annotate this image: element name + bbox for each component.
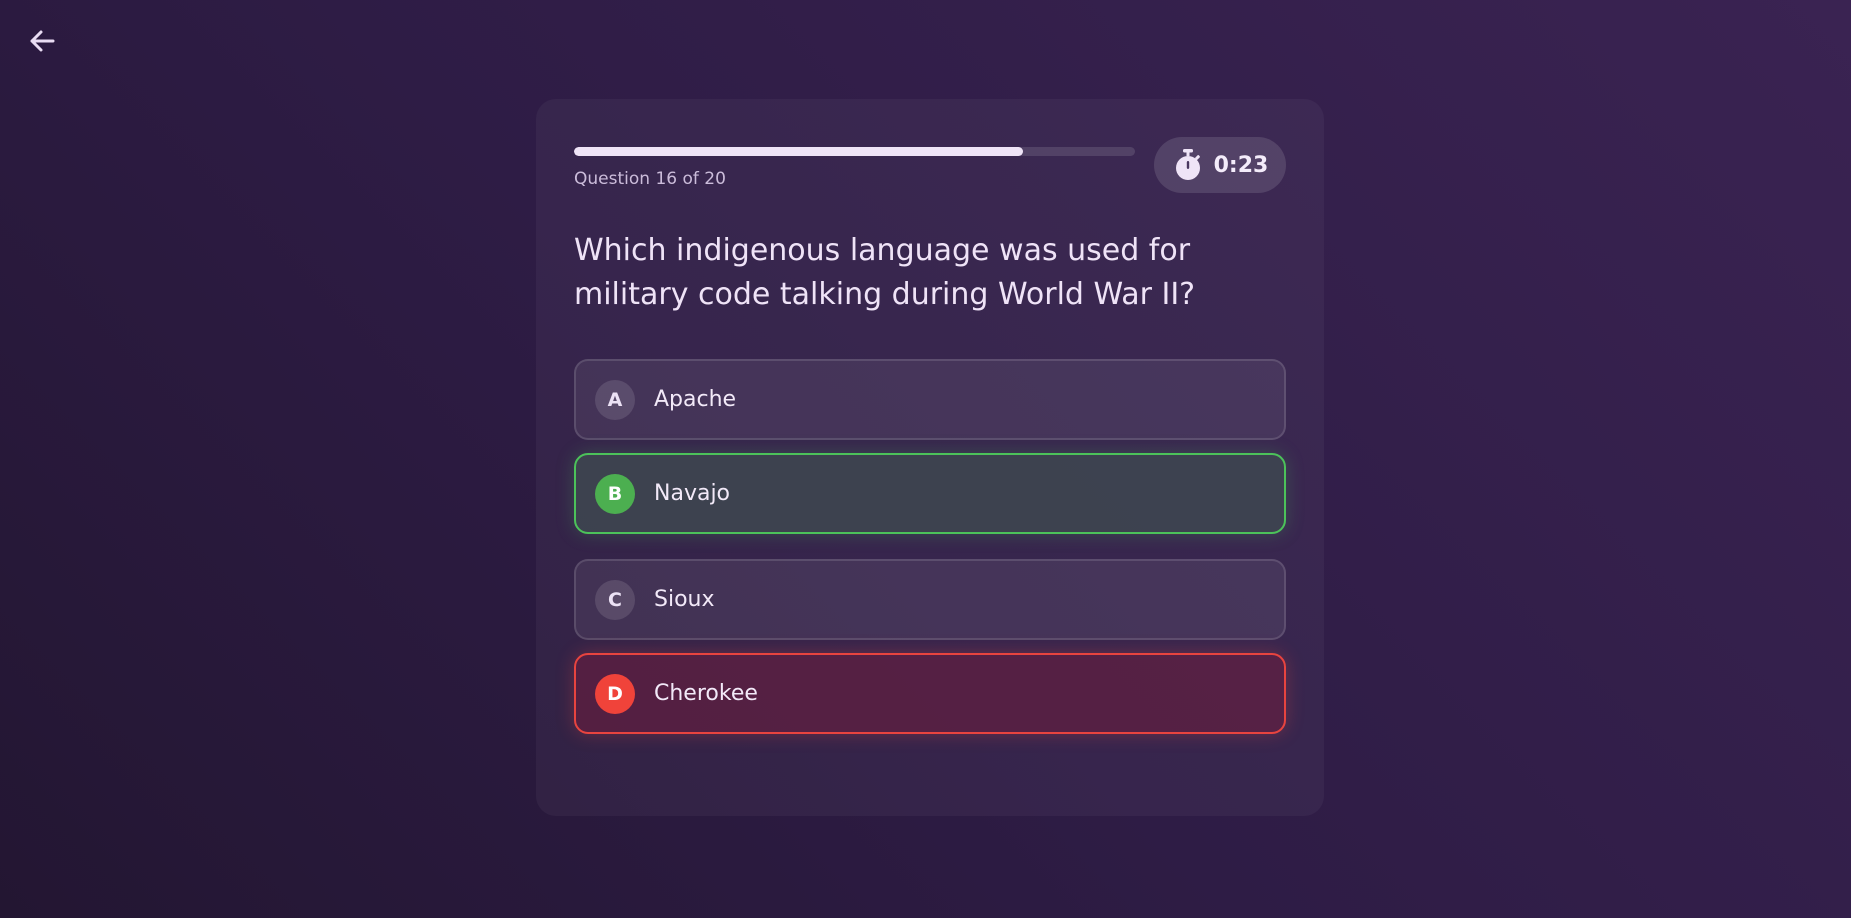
quiz-card: Question 16 of 20 0:23 Which indigenous …: [536, 99, 1324, 816]
timer-value: 0:23: [1213, 152, 1269, 178]
question-counter: Question 16 of 20: [574, 169, 726, 189]
question-text: Which indigenous language was used for m…: [574, 233, 1196, 312]
progress-section: Question 16 of 20: [574, 147, 1135, 189]
answer-label: Sioux: [654, 587, 715, 612]
back-button[interactable]: [26, 25, 58, 57]
answer-letter-badge: C: [595, 579, 635, 620]
answer-option-c[interactable]: C Sioux: [574, 559, 1286, 640]
answer-option-b[interactable]: B Navajo: [574, 453, 1286, 534]
answer-option-a[interactable]: A Apache: [574, 359, 1286, 440]
answer-label: Cherokee: [654, 681, 758, 706]
answer-option-d[interactable]: D Cherokee: [574, 653, 1286, 734]
arrow-left-icon: [30, 30, 55, 52]
answer-label: Apache: [654, 387, 737, 412]
stopwatch-icon: [1175, 149, 1200, 180]
progress-bar: [574, 147, 1135, 156]
answer-letter-badge: D: [595, 673, 635, 714]
timer-badge: 0:23: [1154, 137, 1286, 193]
progress-fill: [574, 147, 1023, 156]
answer-label: Navajo: [654, 481, 731, 506]
answer-letter-badge: B: [595, 473, 635, 514]
answer-letter-badge: A: [595, 379, 635, 420]
